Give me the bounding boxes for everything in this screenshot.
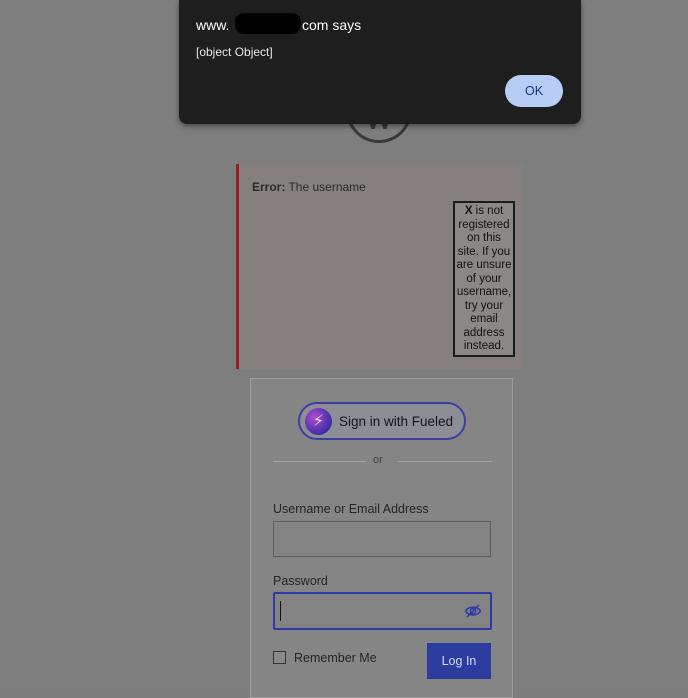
error-prefix: Error:	[252, 180, 286, 194]
injected-error-text: is not registered on this site. If you a…	[456, 205, 512, 352]
password-label: Password	[273, 574, 328, 588]
log-in-button[interactable]: Log In	[427, 643, 491, 679]
sso-button-label: Sign in with Fueled	[339, 414, 454, 429]
alert-title-prefix: www.	[196, 17, 230, 33]
error-text: The username	[285, 180, 366, 194]
password-input[interactable]	[273, 592, 492, 630]
username-label: Username or Email Address	[273, 502, 429, 516]
redacted-domain	[235, 13, 301, 34]
sign-in-with-fueled-button[interactable]: ⚡ Sign in with Fueled	[298, 402, 466, 440]
login-form: ⚡ Sign in with Fueled or Username or Ema…	[250, 378, 513, 698]
error-message: Error: The username	[252, 180, 366, 194]
browser-alert-dialog: www. com says [object Object] OK	[179, 0, 581, 124]
remember-me-checkbox[interactable]	[273, 651, 286, 664]
divider-right	[397, 461, 492, 462]
ok-button[interactable]: OK	[505, 75, 563, 107]
eye-slash-icon[interactable]	[464, 603, 482, 619]
text-caret	[280, 601, 281, 621]
alert-title-suffix: com says	[302, 17, 362, 33]
alert-message: [object Object]	[196, 45, 273, 59]
divider-left	[273, 461, 366, 462]
remember-me-label: Remember Me	[294, 651, 377, 665]
username-input[interactable]	[273, 521, 491, 557]
divider-or: or	[373, 454, 383, 466]
fueled-logo-icon: ⚡	[305, 408, 332, 435]
login-error-notice: Error: The username X is not registered …	[236, 164, 523, 369]
injected-username-box: X is not registered on this site. If you…	[453, 201, 515, 357]
